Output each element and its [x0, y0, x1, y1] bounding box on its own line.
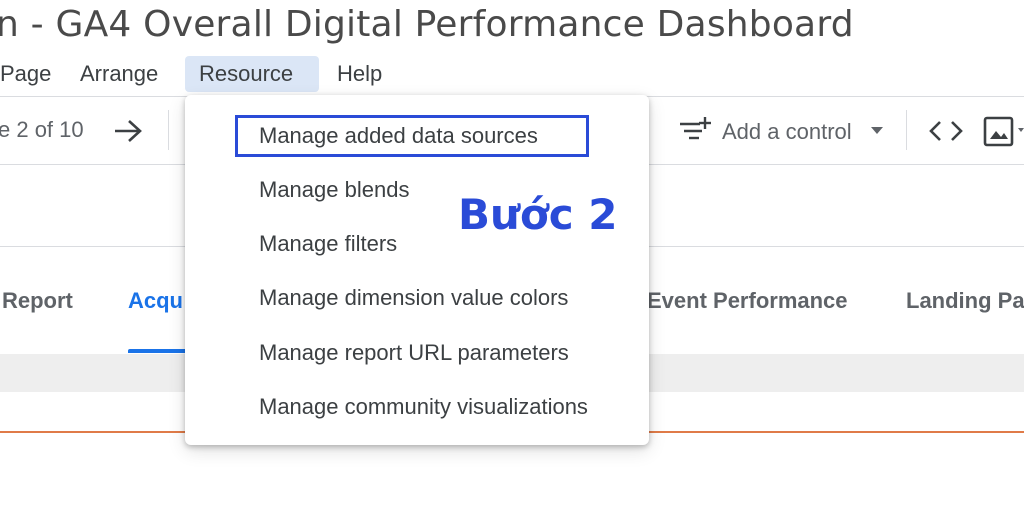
tab-report[interactable]: Report: [2, 288, 73, 314]
add-control-button[interactable]: Add a control: [722, 119, 852, 145]
menu-item-manage-filters[interactable]: Manage filters: [259, 229, 397, 259]
menu-item-manage-blends[interactable]: Manage blends: [259, 175, 409, 205]
page-indicator: e 2 of 10: [0, 117, 84, 142]
annotation-highlight-box: [235, 115, 589, 157]
image-icon[interactable]: [983, 115, 1024, 147]
menu-item-manage-community-visualizations[interactable]: Manage community visualizations: [259, 392, 588, 422]
menu-page[interactable]: Page: [0, 56, 65, 92]
tab-event-performance[interactable]: Event Performance: [647, 288, 848, 314]
step-annotation: Bước 2: [458, 190, 618, 239]
tab-landing-page[interactable]: Landing Pa: [906, 288, 1024, 314]
menu-resource[interactable]: Resource: [185, 56, 319, 92]
dropdown-caret-icon[interactable]: [870, 126, 884, 136]
add-control-icon: [678, 114, 712, 146]
embed-code-icon[interactable]: [928, 116, 964, 146]
tab-acquisition[interactable]: Acqu: [128, 288, 183, 314]
menu-help[interactable]: Help: [323, 56, 396, 92]
toolbar-separator: [168, 110, 169, 150]
menu-arrange[interactable]: Arrange: [66, 56, 172, 92]
toolbar-separator-2: [906, 110, 907, 150]
menu-bar: Page Arrange Resource Help: [0, 56, 1024, 92]
report-title[interactable]: n - GA4 Overall Digital Performance Dash…: [0, 4, 854, 45]
active-tab-indicator: [128, 349, 188, 353]
menu-item-manage-dimension-value-colors[interactable]: Manage dimension value colors: [259, 283, 568, 313]
next-page-arrow-icon[interactable]: [112, 116, 144, 146]
menu-item-manage-report-url-parameters[interactable]: Manage report URL parameters: [259, 338, 569, 368]
